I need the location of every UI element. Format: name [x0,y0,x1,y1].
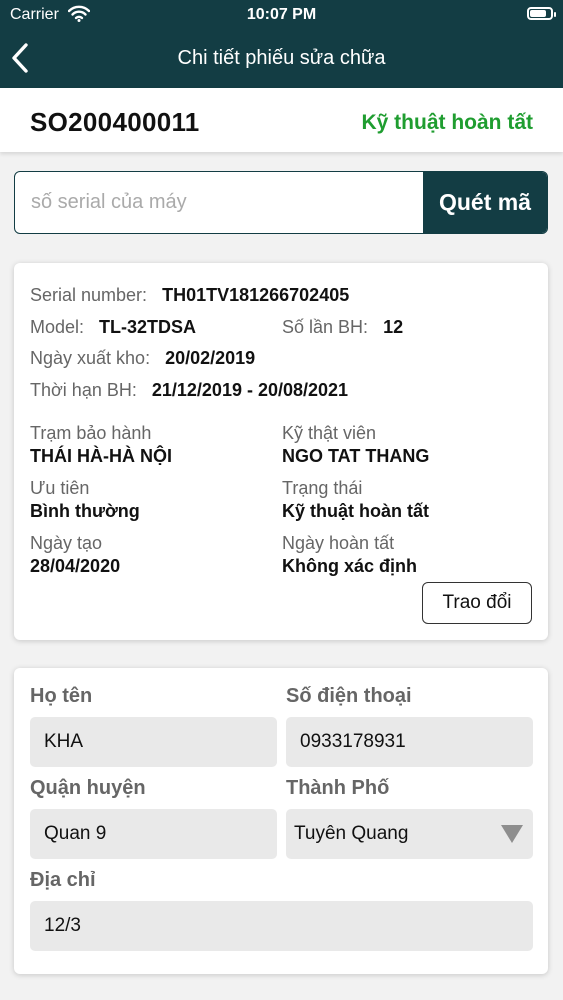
created-date-label: Ngày tạo [30,533,103,553]
ticket-header: SO200400011 Kỹ thuật hoàn tất [0,88,563,152]
priority-value: Bình thường [30,501,140,521]
export-date-value: 20/02/2019 [165,348,256,368]
warranty-count-label: Số lần BH: [282,317,369,337]
serial-value: TH01TV181266702405 [162,285,350,305]
export-date-label: Ngày xuất kho: [30,348,151,368]
phone-field[interactable]: 0933178931 [286,717,533,767]
warranty-period-row: Thời hạn BH: 21/12/2019 - 20/08/2021 [30,380,348,401]
customer-info-card: Họ tên Số điện thoại KHA 0933178931 Quận… [14,668,548,974]
serial-scan-bar: Quét mã [14,171,548,234]
city-label: Thành Phố [286,777,390,799]
technician-value: NGO TAT THANG [282,446,430,466]
phone-label: Số điện thoại [286,685,412,707]
warranty-count-value: 12 [383,317,404,337]
name-label: Họ tên [30,685,93,707]
serial-label: Serial number: [30,285,148,305]
district-field[interactable]: Quan 9 [30,809,277,859]
state-label: Trạng thái [282,478,363,498]
address-label: Địa chỉ [30,869,96,891]
model-value: TL-32TDSA [99,317,197,337]
serial-input[interactable] [15,172,423,232]
battery-fill [530,10,547,17]
name-field[interactable]: KHA [30,717,277,767]
export-date-row: Ngày xuất kho: 20/02/2019 [30,348,255,369]
completed-date-label: Ngày hoàn tất [282,533,395,553]
warranty-period-value: 21/12/2019 - 20/08/2021 [151,380,349,400]
battery-icon [527,7,556,20]
status-bar: Carrier 10:07 PM [0,0,563,30]
completed-date-value: Không xác định [282,556,417,576]
scan-code-button[interactable]: Quét mã [423,172,547,233]
serial-row: Serial number: TH01TV181266702405 [30,285,349,306]
nav-bar: Chi tiết phiếu sửa chữa [0,30,563,88]
model-label: Model: [30,317,85,337]
dropdown-triangle-icon [501,825,523,849]
page-title: Chi tiết phiếu sửa chữa [177,47,386,69]
model-row: Model: TL-32TDSA [30,317,196,338]
created-date-value: 28/04/2020 [30,556,121,576]
station-value: THÁI HÀ-HÀ NỘI [30,446,172,466]
warranty-count-row: Số lần BH: 12 [282,317,403,338]
exchange-button[interactable]: Trao đổi [422,582,532,624]
district-label: Quận huyện [30,777,146,799]
address-field[interactable]: 12/3 [30,901,533,951]
status-time: 10:07 PM [246,6,317,23]
ticket-status-badge: Kỹ thuật hoàn tất [361,111,534,134]
technician-label: Kỹ thật viên [282,423,377,443]
warranty-period-label: Thời hạn BH: [30,380,137,400]
station-label: Trạm bảo hành [30,423,152,443]
city-select[interactable]: Tuyên Quang [286,809,533,859]
ticket-code: SO200400011 [30,107,200,137]
priority-label: Ưu tiên [30,478,90,498]
city-selected-value: Tuyên Quang [294,823,409,844]
device-info-card: Serial number: TH01TV181266702405 Model:… [14,263,548,640]
state-value: Kỹ thuật hoàn tất [282,501,429,521]
